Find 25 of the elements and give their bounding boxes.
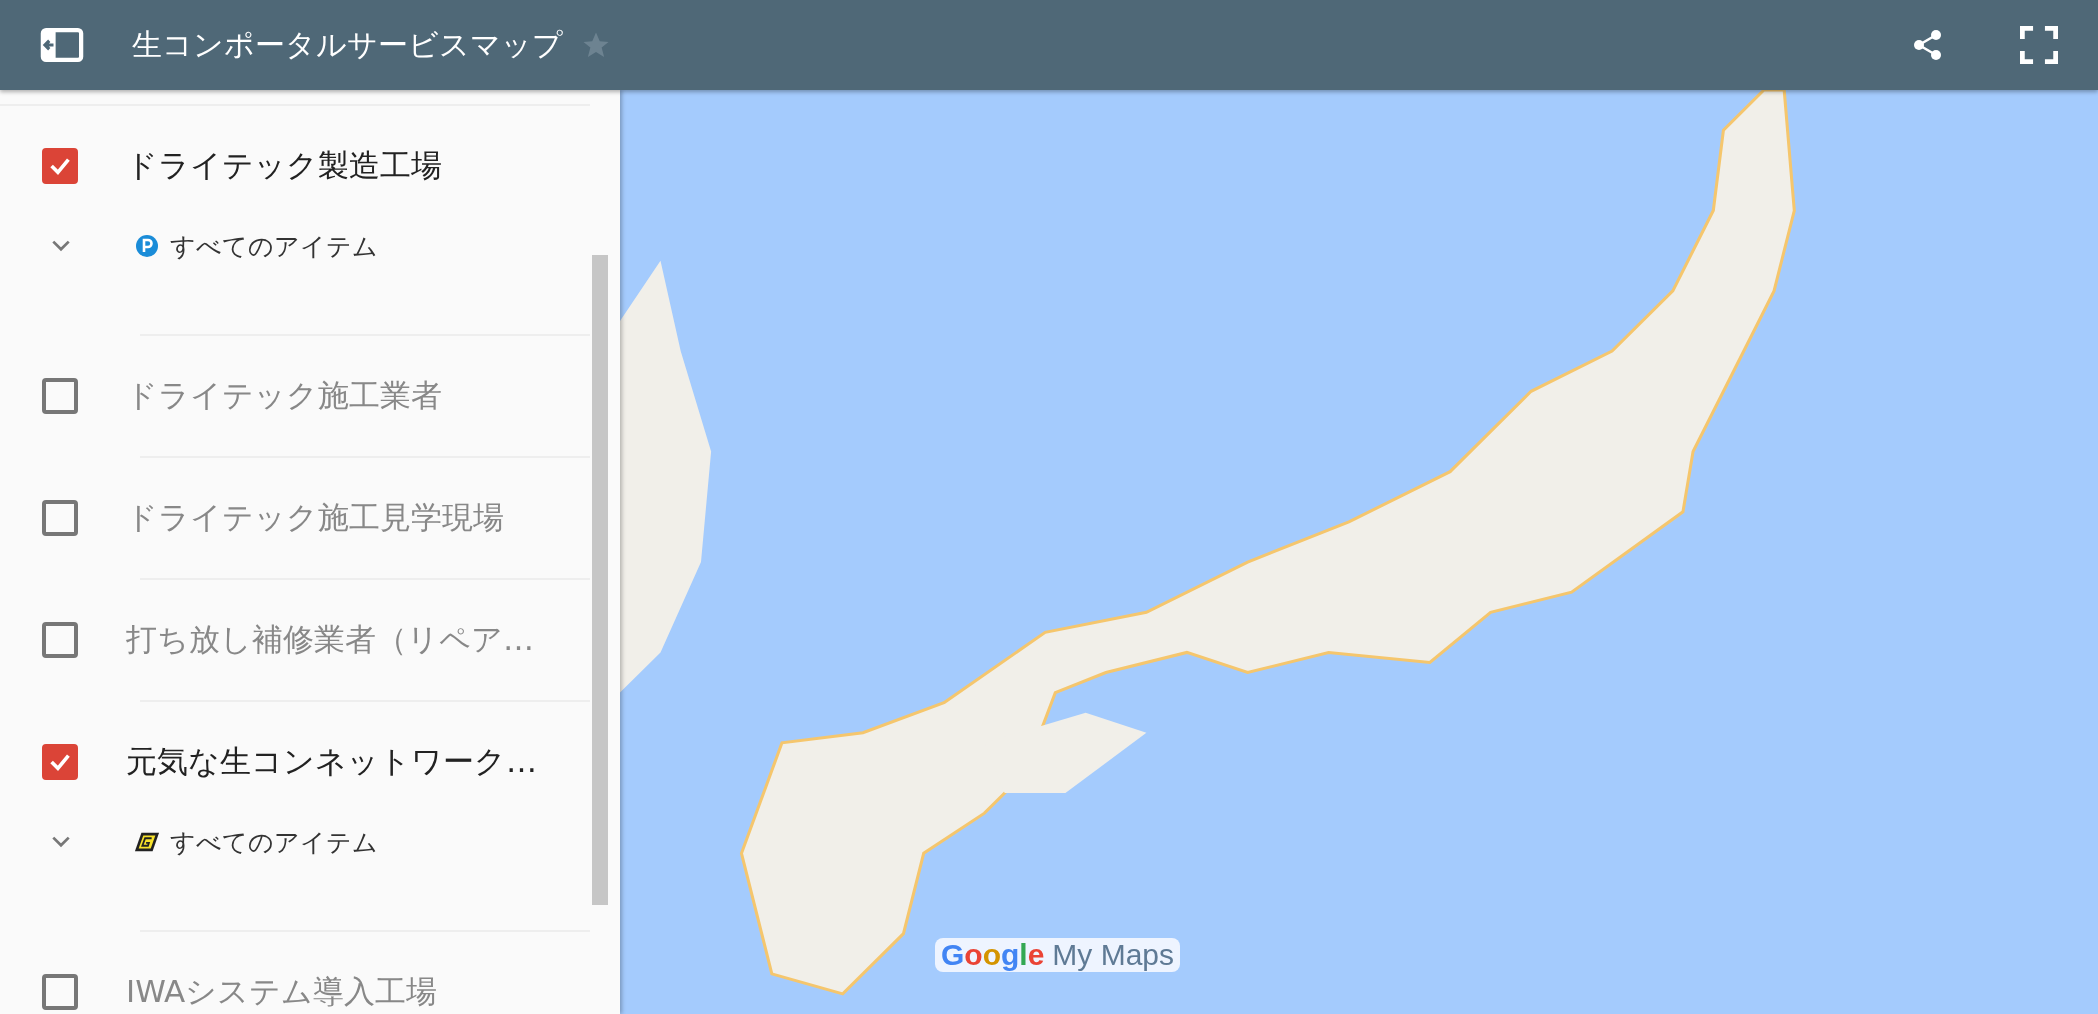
layer-title[interactable]: ドライテック施工業者 [126, 375, 442, 417]
sidebar-toggle-icon[interactable] [40, 28, 84, 62]
my-maps-logo: Google My Maps [935, 938, 1181, 972]
g-logo-marker-icon [134, 830, 160, 854]
layer-checkbox[interactable] [42, 148, 78, 184]
chevron-down-icon[interactable] [50, 835, 72, 849]
layer-checkbox[interactable] [42, 744, 78, 780]
fullscreen-icon[interactable] [2020, 26, 2058, 64]
map-title: 生コンポータルサービスマップ [132, 25, 563, 64]
layer-checkbox[interactable] [42, 974, 78, 1010]
layer-title[interactable]: ドライテック製造工場 [126, 145, 442, 187]
layer-title[interactable]: ドライテック施工見学現場 [126, 497, 504, 539]
layer-checkbox[interactable] [42, 378, 78, 414]
parking-marker-icon [134, 234, 160, 258]
layer-item-label[interactable]: すべてのアイテム [170, 825, 378, 859]
chevron-down-icon[interactable] [50, 239, 72, 253]
layer-checkbox[interactable] [42, 622, 78, 658]
scrollbar[interactable] [592, 255, 608, 905]
layer-checkbox[interactable] [42, 500, 78, 536]
layer-item-label[interactable]: すべてのアイテム [170, 229, 378, 263]
share-icon[interactable] [1912, 29, 1944, 61]
map-view[interactable]: Google My Maps [620, 90, 2098, 1014]
layer-title[interactable]: IWAシステム導入工場 [126, 971, 438, 1013]
layer-title[interactable]: 元気な生コンネットワーク… [126, 741, 537, 783]
layer-title[interactable]: 打ち放し補修業者（リペア… [126, 619, 534, 661]
